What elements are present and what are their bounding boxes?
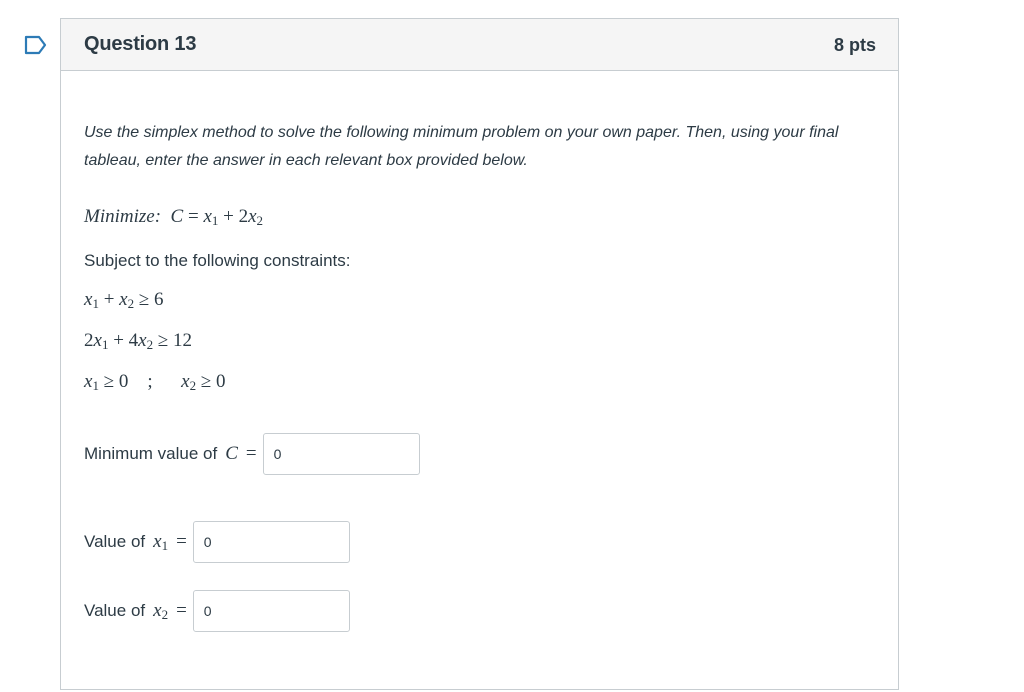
constraint-nonnegativity: x1 ≥ 0 ; x2 ≥ 0: [84, 371, 226, 393]
constraint-1: x1 + x2 ≥ 6: [84, 289, 164, 311]
question-header: Question 13 8 pts: [61, 19, 898, 71]
constraint-2: 2x1 + 4x2 ≥ 12: [84, 330, 193, 352]
question-title: Question 13: [84, 33, 197, 55]
x1-label: Value of: [84, 532, 146, 551]
answer-row-x1: Value of x1 =: [84, 521, 350, 563]
constraints-heading: Subject to the following constraints:: [84, 251, 351, 270]
question-instructions: Use the simplex method to solve the foll…: [84, 124, 839, 169]
bookmark-flag-icon[interactable]: [24, 35, 48, 55]
question-card: Question 13 8 pts Use the simplex method…: [60, 18, 899, 690]
objective-function: Minimize: C = x1 + 2x2: [84, 206, 264, 228]
x2-label: Value of: [84, 601, 146, 620]
min-c-label: Minimum value of: [84, 444, 218, 463]
min-c-input[interactable]: [262, 433, 420, 475]
x2-input[interactable]: [192, 590, 350, 632]
objective-label: Minimize:: [84, 206, 162, 227]
x1-input[interactable]: [192, 521, 350, 563]
question-points: 8 pts: [833, 35, 876, 55]
answer-row-min-c: Minimum value of C =: [84, 433, 420, 475]
answer-row-x2: Value of x2 =: [84, 590, 350, 632]
